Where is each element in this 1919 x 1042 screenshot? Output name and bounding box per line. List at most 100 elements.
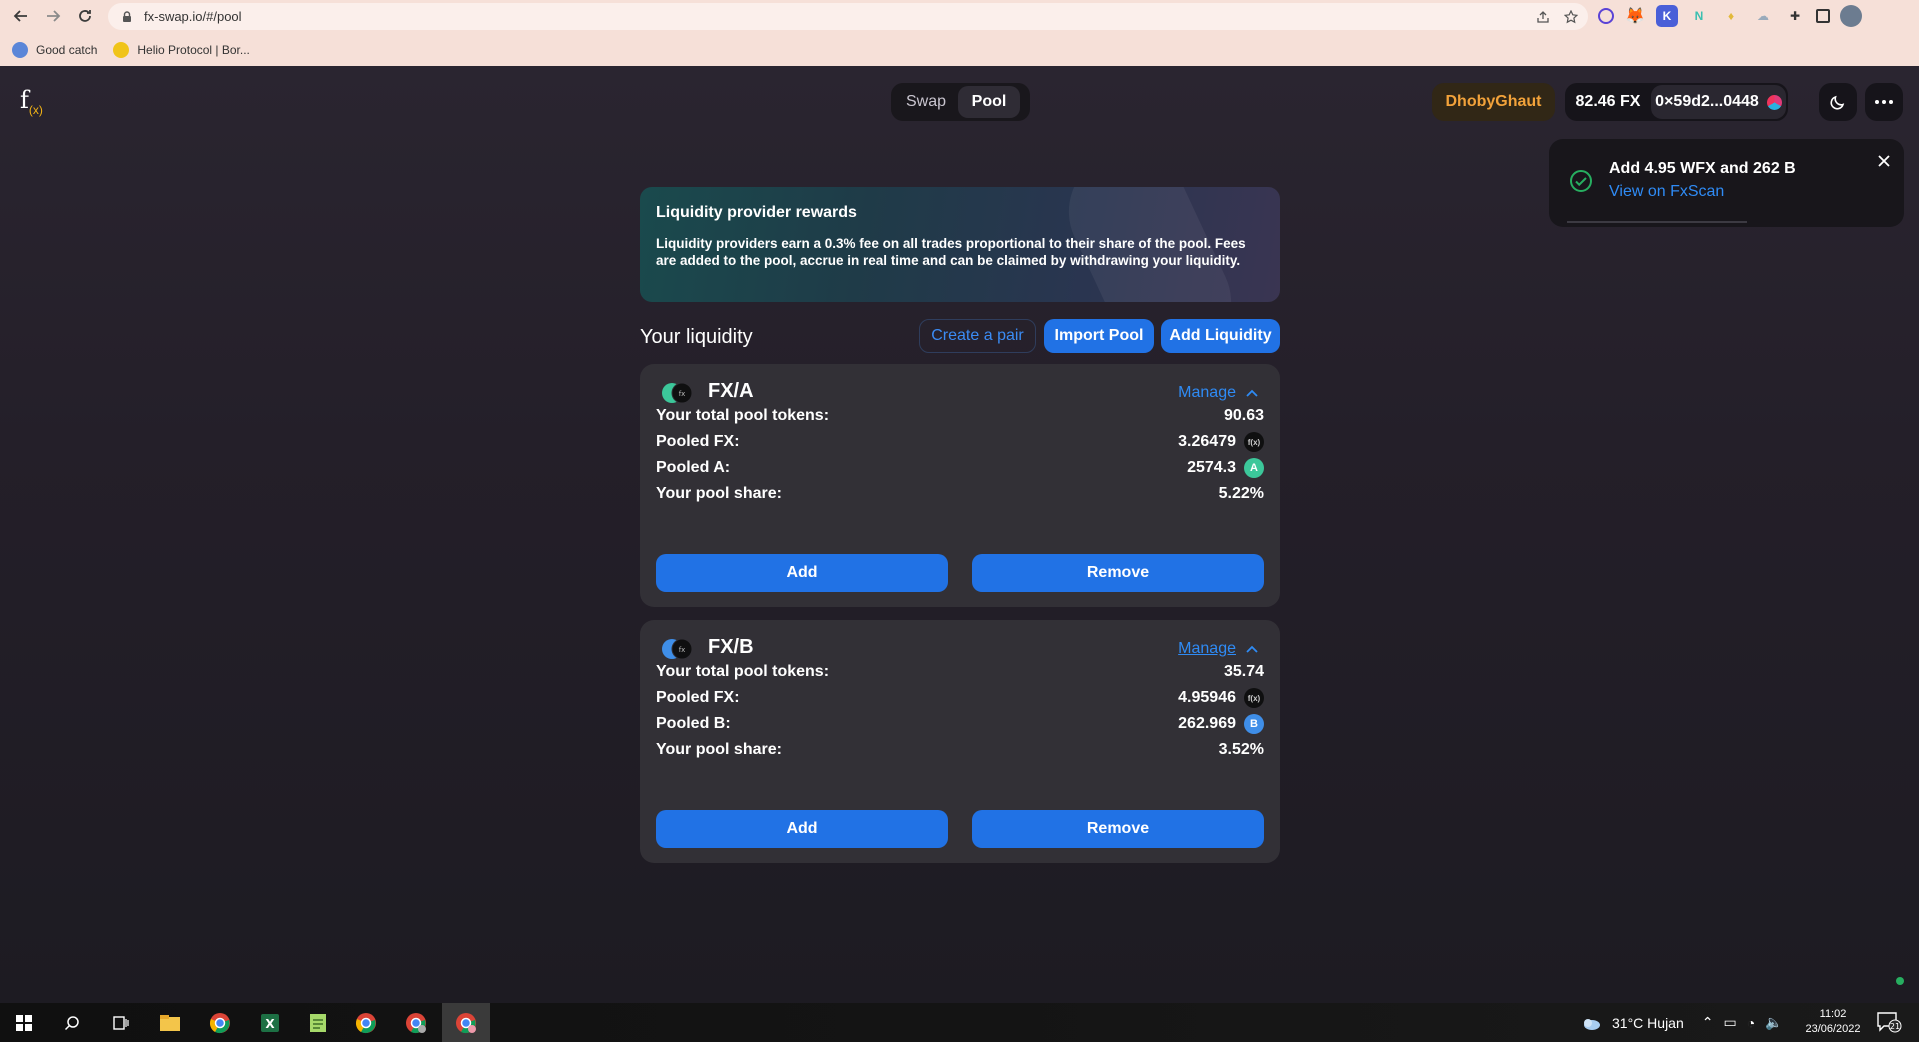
add-liquidity-button[interactable]: Add Liquidity bbox=[1161, 319, 1280, 353]
close-icon[interactable] bbox=[1876, 153, 1892, 169]
fx-token-icon: f(x) bbox=[1244, 688, 1264, 708]
extension-n-icon[interactable]: N bbox=[1688, 5, 1710, 27]
a-token-icon: A bbox=[1244, 458, 1264, 478]
pool-row-share: Your pool share: 5.22% bbox=[656, 485, 1264, 502]
network-status-dot bbox=[1896, 977, 1904, 985]
browser-toolbar: fx-swap.io/#/pool 🦊 K N ♦ ☁ ✚ bbox=[0, 0, 1919, 33]
import-pool-button[interactable]: Import Pool bbox=[1044, 319, 1154, 353]
system-tray: 31°C Hujan ⌃ ▭ ◔ 🔈 bbox=[1580, 1003, 1783, 1042]
excel-icon[interactable]: X bbox=[246, 1003, 294, 1042]
chevron-up-icon bbox=[1246, 645, 1258, 653]
banner-title: Liquidity provider rewards bbox=[656, 204, 857, 221]
add-button[interactable]: Add bbox=[656, 810, 948, 848]
wifi-icon[interactable]: ◔ bbox=[1747, 1015, 1755, 1031]
meet-icon[interactable]: ▭ bbox=[1723, 1014, 1736, 1031]
manage-toggle[interactable]: Manage bbox=[1178, 640, 1258, 658]
pool-row-pooled-b: Pooled B: 262.969 B bbox=[656, 713, 1264, 735]
your-liquidity-title: Your liquidity bbox=[640, 326, 753, 348]
reload-icon[interactable] bbox=[70, 1, 100, 31]
tab-pool[interactable]: Pool bbox=[958, 86, 1020, 118]
nav-tabs: Swap Pool bbox=[891, 83, 1030, 121]
extension-wallet-icon[interactable]: ♦ bbox=[1720, 5, 1742, 27]
lp-rewards-banner: Liquidity provider rewards Liquidity pro… bbox=[640, 187, 1280, 302]
file-explorer-icon[interactable] bbox=[146, 1003, 194, 1042]
toast-title: Add 4.95 WFX and 262 B bbox=[1609, 160, 1796, 177]
pair-name: FX/A bbox=[708, 380, 754, 402]
svg-text:fx: fx bbox=[679, 646, 686, 654]
wallet-avatar-icon bbox=[1766, 94, 1782, 110]
profile-avatar[interactable] bbox=[1840, 5, 1862, 27]
manage-toggle[interactable]: Manage bbox=[1178, 384, 1258, 402]
forward-icon[interactable] bbox=[38, 1, 68, 31]
pool-row-pooled-a: Pooled A: 2574.3 A bbox=[656, 457, 1264, 479]
chrome-icon[interactable] bbox=[196, 1003, 244, 1042]
windows-start-icon[interactable] bbox=[0, 1003, 48, 1042]
task-view-icon[interactable] bbox=[96, 1003, 144, 1042]
view-on-fxscan-link[interactable]: View on FxScan bbox=[1609, 183, 1724, 201]
keplr-k-icon[interactable]: K bbox=[1656, 5, 1678, 27]
app-root: f(x) Swap Pool DhobyGhaut 82.46 FX 0×59d… bbox=[0, 66, 1919, 1003]
pair-b-fx-icon: fx bbox=[662, 638, 693, 660]
network-badge[interactable]: DhobyGhaut bbox=[1432, 83, 1555, 121]
back-icon[interactable] bbox=[6, 1, 36, 31]
wallet-address: 0×59d2...0448 bbox=[1655, 93, 1759, 110]
notepad-icon[interactable] bbox=[294, 1003, 342, 1042]
pool-row-total-tokens: Your total pool tokens: 90.63 bbox=[656, 407, 1264, 424]
bookmark-star-icon[interactable] bbox=[1564, 9, 1578, 24]
chrome-profile-icon[interactable] bbox=[392, 1003, 440, 1042]
wallet-address-button[interactable]: 0×59d2...0448 bbox=[1651, 85, 1786, 119]
b-token-icon: B bbox=[1244, 714, 1264, 734]
address-bar[interactable]: fx-swap.io/#/pool bbox=[108, 3, 1588, 30]
weather-text[interactable]: 31°C Hujan bbox=[1612, 1015, 1684, 1031]
pair-a-fx-icon: fx bbox=[662, 382, 693, 404]
remove-button[interactable]: Remove bbox=[972, 810, 1264, 848]
chrome-icon[interactable] bbox=[342, 1003, 390, 1042]
pool-row-total-tokens: Your total pool tokens: 35.74 bbox=[656, 663, 1264, 680]
pool-card-fx-b: fx FX/B Manage Your total pool tokens: 3… bbox=[640, 620, 1280, 863]
pool-row-pooled-fx: Pooled FX: 3.26479 f(x) bbox=[656, 431, 1264, 453]
search-icon[interactable] bbox=[48, 1003, 96, 1042]
extension-circle-icon[interactable] bbox=[1598, 8, 1614, 24]
side-panel-icon[interactable] bbox=[1816, 9, 1830, 23]
notification-center-icon[interactable]: 21 bbox=[1876, 1011, 1902, 1038]
lock-icon bbox=[123, 10, 131, 22]
chevron-up-icon[interactable]: ⌃ bbox=[1702, 1014, 1714, 1031]
extension-cloud-icon[interactable]: ☁ bbox=[1752, 5, 1774, 27]
share-icon[interactable] bbox=[1536, 10, 1550, 24]
volume-icon[interactable]: 🔈 bbox=[1765, 1014, 1782, 1031]
remove-button[interactable]: Remove bbox=[972, 554, 1264, 592]
bookmark-favicon-icon bbox=[113, 41, 130, 58]
fx-logo[interactable]: f(x) bbox=[20, 86, 43, 117]
ellipsis-icon bbox=[1875, 100, 1893, 104]
url-text: fx-swap.io/#/pool bbox=[144, 9, 242, 24]
bookmark-good-catch[interactable]: Good catch bbox=[12, 41, 97, 58]
clock[interactable]: 11:02 23/06/2022 bbox=[1800, 1007, 1866, 1037]
pair-name: FX/B bbox=[708, 636, 754, 658]
pool-row-pooled-fx: Pooled FX: 4.95946 f(x) bbox=[656, 687, 1264, 709]
pool-card-fx-a: fx FX/A Manage Your total pool tokens: 9… bbox=[640, 364, 1280, 607]
metamask-fox-icon[interactable]: 🦊 bbox=[1624, 5, 1646, 27]
chevron-up-icon bbox=[1246, 389, 1258, 397]
weather-cloud-icon[interactable] bbox=[1580, 1015, 1602, 1031]
svg-text:21: 21 bbox=[1890, 1022, 1900, 1031]
pool-row-share: Your pool share: 3.52% bbox=[656, 741, 1264, 758]
more-menu-button[interactable] bbox=[1865, 83, 1903, 121]
bookmark-helio-protocol[interactable]: Helio Protocol | Bor... bbox=[113, 41, 250, 58]
toast-progress bbox=[1567, 221, 1747, 223]
chrome-profile-active-icon[interactable] bbox=[442, 1003, 490, 1042]
add-button[interactable]: Add bbox=[656, 554, 948, 592]
theme-toggle-button[interactable] bbox=[1819, 83, 1857, 121]
svg-text:fx: fx bbox=[679, 390, 686, 398]
fx-token-icon: f(x) bbox=[1244, 432, 1264, 452]
bookmarks-bar: Good catch Helio Protocol | Bor... bbox=[0, 33, 1919, 66]
account-group: 82.46 FX 0×59d2...0448 bbox=[1565, 83, 1788, 121]
banner-body: Liquidity providers earn a 0.3% fee on a… bbox=[656, 236, 1246, 268]
svg-text:X: X bbox=[265, 1017, 275, 1031]
create-pair-button[interactable]: Create a pair bbox=[919, 319, 1036, 353]
windows-taskbar: X 31°C Hujan ⌃ ▭ ◔ 🔈 11:02 23/06/2022 21 bbox=[0, 1003, 1919, 1042]
fx-balance: 82.46 FX bbox=[1575, 93, 1641, 110]
transaction-toast: Add 4.95 WFX and 262 B View on FxScan bbox=[1549, 139, 1904, 227]
bookmark-favicon-icon bbox=[12, 41, 28, 58]
tab-swap[interactable]: Swap bbox=[894, 86, 958, 118]
extensions-puzzle-icon[interactable]: ✚ bbox=[1784, 5, 1806, 27]
